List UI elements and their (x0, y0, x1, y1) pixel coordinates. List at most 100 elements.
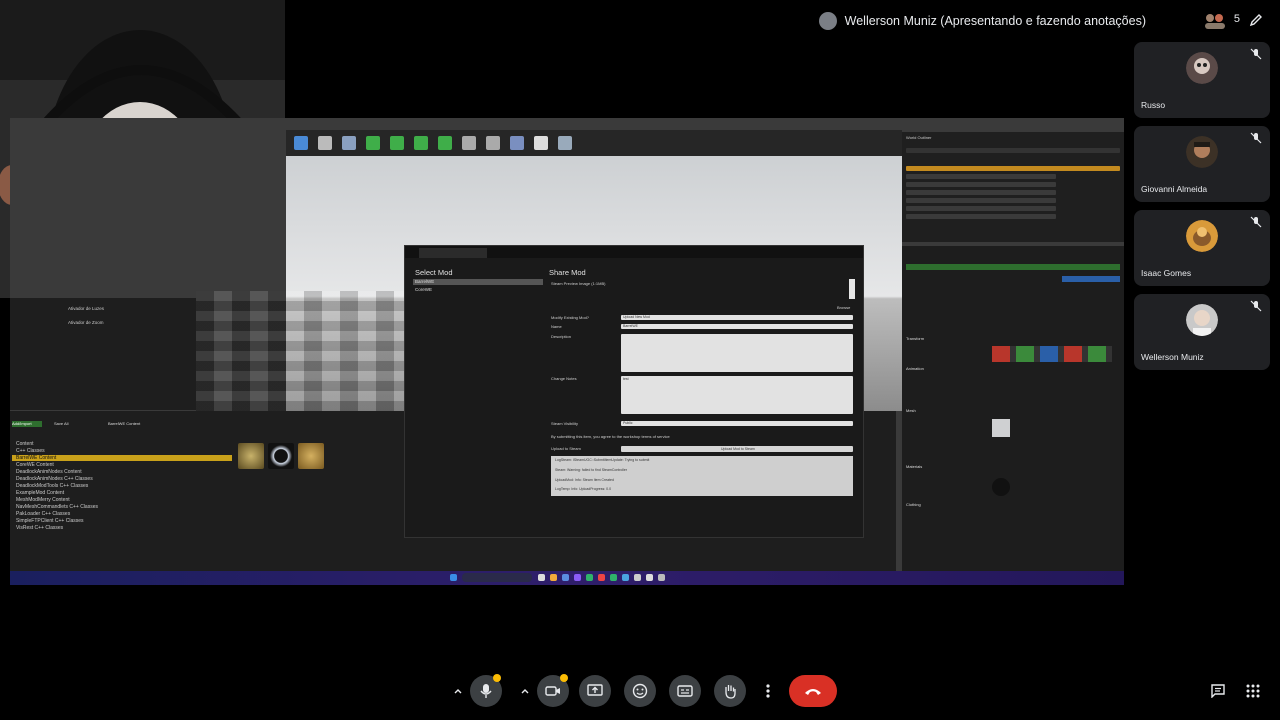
asset-thumbnail[interactable] (268, 443, 294, 469)
toolbar-icon[interactable] (510, 136, 524, 150)
name-label: Name (551, 324, 562, 329)
taskbar-app-icon[interactable] (538, 574, 545, 581)
participants-button[interactable]: 5 (1205, 10, 1240, 32)
apps-grid-icon (1246, 684, 1260, 698)
visibility-select[interactable]: Public (621, 421, 853, 426)
preview-image-label: Steam Preview Image (1:1MB) (551, 281, 606, 286)
log-line: LogTemp: Info: UploadProgress: 0.0 (555, 487, 612, 491)
taskbar-app-icon[interactable] (658, 574, 665, 581)
emoji-button[interactable] (624, 675, 656, 707)
folder-item[interactable]: MeshModMerry Content (16, 497, 70, 503)
captions-button[interactable] (669, 675, 701, 707)
details-section[interactable]: Transform (906, 336, 924, 341)
taskbar-app-icon[interactable] (610, 574, 617, 581)
present-button[interactable] (579, 675, 611, 707)
modify-existing-select[interactable]: Upload New Mod (621, 315, 853, 320)
folder-item[interactable]: DeadlockModTools C++ Classes (16, 483, 88, 489)
taskbar-app-icon[interactable] (634, 574, 641, 581)
end-call-button[interactable] (789, 675, 837, 707)
material-thumbnail (992, 478, 1010, 496)
more-options-button[interactable] (756, 675, 780, 707)
folder-item[interactable]: DeadlockAnimNodes C++ Classes (16, 476, 93, 482)
toolbar-icon[interactable] (438, 136, 452, 150)
taskbar-app-icon[interactable] (646, 574, 653, 581)
chevron-up-icon (454, 689, 462, 694)
pen-icon (1249, 14, 1262, 27)
activities-button[interactable] (1237, 675, 1269, 707)
raise-hand-button[interactable] (714, 675, 746, 707)
folder-item[interactable]: PakLoader C++ Classes (16, 511, 70, 517)
participant-name: Isaac Gomes (1141, 268, 1192, 278)
details-section[interactable]: Mesh (906, 408, 916, 413)
annotate-button[interactable] (1244, 8, 1268, 32)
add-component-button[interactable] (906, 264, 1120, 270)
change-notes-input[interactable]: test (621, 376, 853, 414)
asset-thumbnail[interactable] (298, 443, 324, 469)
participant-name: Wellerson Muniz (1141, 352, 1204, 362)
blueprint-button[interactable] (1062, 276, 1120, 282)
toolbar-icon[interactable] (558, 136, 572, 150)
taskbar-app-icon[interactable] (550, 574, 557, 581)
toolbar-icon[interactable] (318, 136, 332, 150)
mod-list-item[interactable]: CoreWE (415, 287, 432, 292)
folder-item[interactable]: NavMeshCommandlets C++ Classes (16, 504, 98, 510)
play-icon[interactable] (534, 136, 548, 150)
taskbar-app-icon[interactable] (574, 574, 581, 581)
folder-item[interactable]: DeadlockAnimNodes Content (16, 469, 82, 475)
present-screen-icon (587, 684, 603, 696)
emoji-icon (632, 683, 648, 699)
folder-item[interactable]: ExampleMod Content (16, 490, 64, 496)
browse-button[interactable]: Browse (837, 305, 850, 310)
taskbar-app-icon[interactable] (586, 574, 593, 581)
presenter-bar: Wellerson Muniz (Apresentando e fazendo … (818, 10, 1214, 32)
add-import-button[interactable]: Add/Import (12, 421, 42, 427)
visibility-label: Steam Visibility (551, 421, 579, 426)
folder-item[interactable]: Content (16, 441, 34, 447)
start-icon[interactable] (450, 574, 457, 581)
terms-text[interactable]: By submitting this item, you agree to th… (551, 434, 670, 439)
dialog-tab[interactable] (419, 248, 487, 258)
details-section[interactable]: Clothing (906, 502, 921, 507)
participant-tile[interactable]: Russo (1134, 42, 1270, 118)
asset-thumbnail[interactable] (238, 443, 264, 469)
taskbar-app-icon[interactable] (562, 574, 569, 581)
toolbar-icon[interactable] (390, 136, 404, 150)
participant-tile[interactable]: Giovanni Almeida (1134, 126, 1270, 202)
mesh-thumbnail (992, 419, 1010, 437)
folder-item[interactable]: SimpleFTPClient C++ Classes (16, 518, 84, 524)
toolbar-icon[interactable] (486, 136, 500, 150)
folder-item[interactable]: BarrelWE Content (16, 455, 56, 461)
outliner-selected-row[interactable] (906, 166, 1120, 171)
toolbar-icon[interactable] (294, 136, 308, 150)
taskbar-app-icon[interactable] (622, 574, 629, 581)
toolbar-icon[interactable] (414, 136, 428, 150)
participant-tile[interactable]: Wellerson Muniz (1134, 294, 1270, 370)
taskbar-app-icon[interactable] (598, 574, 605, 581)
details-section[interactable]: Animation (906, 366, 924, 371)
participant-name: Russo (1141, 100, 1166, 110)
left-item[interactable]: Ativador de Zoom (68, 320, 104, 325)
description-input[interactable] (621, 334, 853, 372)
video-options-button[interactable] (516, 675, 534, 707)
details-section[interactable]: Materials (906, 464, 922, 469)
toolbar-icon[interactable] (462, 136, 476, 150)
chat-button[interactable] (1202, 675, 1234, 707)
chevron-up-icon (521, 689, 529, 694)
save-all-button[interactable]: Save All (54, 421, 68, 426)
upload-button[interactable]: Upload Mod to Steam (621, 446, 853, 452)
name-input[interactable]: BarrelWE (621, 324, 853, 329)
mic-off-icon (1250, 132, 1262, 144)
content-path: BarrelWE Content (108, 421, 141, 426)
avatar (1186, 220, 1218, 252)
toolbar-icon[interactable] (366, 136, 380, 150)
left-item[interactable]: Ativador de Luzes (68, 306, 104, 311)
preview-image (849, 279, 855, 299)
folder-item[interactable]: CoreWE Content (16, 462, 54, 468)
participant-tile[interactable]: Isaac Gomes (1134, 210, 1270, 286)
folder-item[interactable]: VisRest C++ Classes (16, 525, 63, 531)
mod-list-item[interactable]: BarrelWE (415, 279, 434, 284)
audio-options-button[interactable] (449, 675, 467, 707)
toolbar-icon[interactable] (342, 136, 356, 150)
folder-item[interactable]: C++ Classes (16, 448, 45, 454)
taskbar-search[interactable] (462, 573, 532, 582)
